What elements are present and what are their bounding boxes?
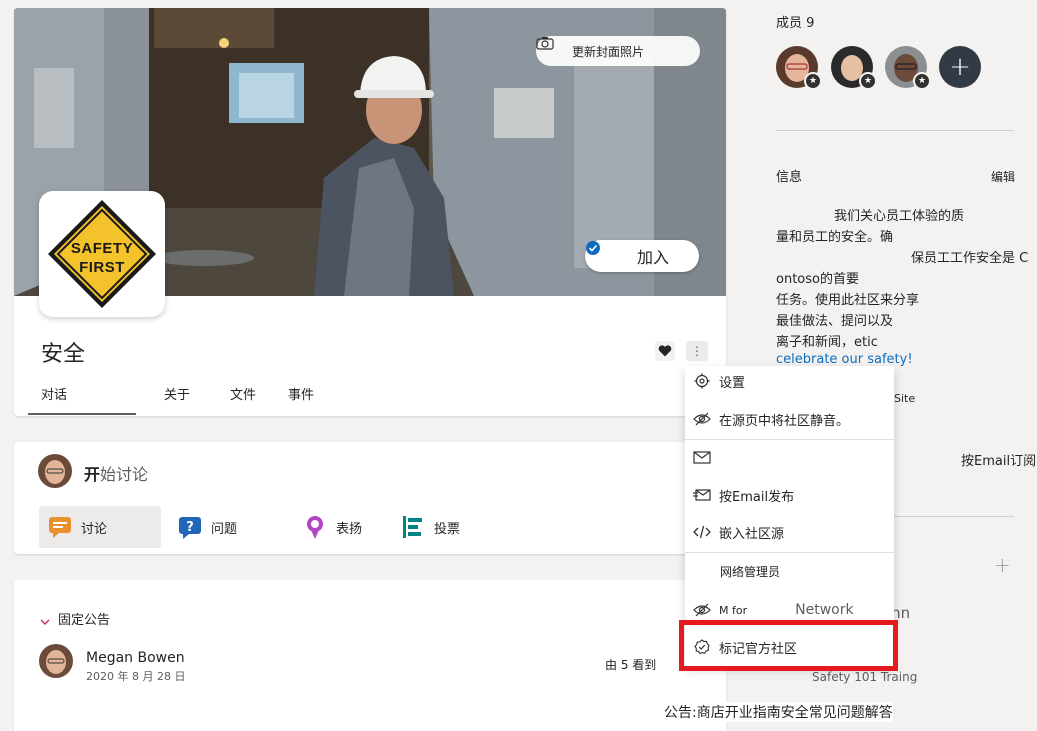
info-text-line: 量和员工的安全。确: [776, 230, 894, 245]
edit-info-link[interactable]: 编辑: [991, 168, 1015, 185]
start-discussion-prefix: 开: [84, 465, 101, 484]
post-type-label: 讨论: [81, 521, 108, 537]
announcement-banner[interactable]: 公告:商店开业指南安全常见问题解答: [664, 702, 893, 722]
post-type-discussion[interactable]: 讨论: [39, 506, 161, 548]
post-type-question[interactable]: ? 问题: [169, 506, 237, 548]
discussion-icon: [47, 514, 73, 540]
menu-item-label: 设置: [719, 375, 746, 391]
menu-item-label: M for: [719, 603, 748, 617]
menu-separator: [685, 552, 894, 553]
menu-item-embed-feed[interactable]: 嵌入社区源: [685, 517, 894, 547]
community-logo: SAFETY FIRST: [39, 191, 165, 317]
tab-about[interactable]: 关于: [164, 384, 190, 403]
post-date: 2020 年 8 月 28 日: [86, 670, 186, 683]
info-text-line: 任务。使用此社区来分享: [776, 293, 920, 308]
menu-item-email[interactable]: [685, 442, 894, 472]
divider: [776, 130, 1014, 131]
start-discussion-input[interactable]: 开始讨论: [84, 461, 148, 485]
avatar: [38, 454, 72, 488]
info-text-line: celebrate our safety!: [776, 352, 913, 367]
info-text-line: ontoso的首要: [776, 272, 859, 287]
svg-text:?: ?: [186, 520, 194, 535]
post-type-poll[interactable]: 投票: [392, 506, 460, 548]
menu-item-post-by-email[interactable]: 按Email发布: [685, 480, 894, 510]
more-icon: ⋮: [691, 344, 703, 358]
update-cover-label: 更新封面照片: [572, 44, 645, 59]
mail-icon: [693, 448, 711, 466]
menu-separator: [685, 439, 894, 440]
seen-by-count[interactable]: 由 5 看到: [605, 656, 656, 673]
community-header-card: 更新封面照片 加入 SAFETY FIRST 安全 ⋮ 对话 关于 文件 事件: [14, 8, 726, 416]
chevron-down-icon: [40, 615, 50, 625]
mute-eye-icon: [693, 601, 711, 619]
info-text-line: 我们关心员工体验的质: [834, 209, 965, 224]
praise-icon: [302, 514, 328, 540]
member-avatar[interactable]: ★: [831, 46, 877, 90]
logo-text-first: FIRST: [79, 259, 125, 276]
post-type-praise[interactable]: 表扬: [294, 506, 362, 548]
plus-icon[interactable]: +: [994, 553, 1011, 577]
info-heading: 信息: [776, 170, 803, 185]
post-type-label: 表扬: [336, 521, 363, 537]
author-avatar[interactable]: [39, 644, 73, 678]
poll-icon: [400, 514, 426, 540]
check-circle-icon: [586, 241, 631, 264]
start-discussion-text: 始讨论: [100, 465, 149, 484]
more-options-button[interactable]: ⋮: [686, 341, 708, 361]
info-text-line: 离子和新闻，etic: [776, 335, 878, 350]
embed-code-icon: [693, 523, 711, 541]
post-type-label: 投票: [434, 521, 461, 537]
community-title: 安全: [41, 342, 86, 367]
pinned-announcements-card: 固定公告 Megan Bowen 2020 年 8 月 28 日 由 5 看到: [14, 580, 726, 731]
gear-icon: [693, 372, 711, 390]
subscribe-by-email-link[interactable]: 按Email订阅: [961, 450, 1036, 469]
menu-item-mute-in-feed[interactable]: 在源页中将社区静音。: [685, 404, 894, 434]
join-label: 加入: [636, 248, 669, 267]
menu-item-settings[interactable]: 设置: [685, 366, 894, 396]
logo-text-safety: SAFETY: [70, 240, 134, 257]
email-post-icon: [693, 486, 711, 504]
menu-section-label: 网络管理员: [720, 564, 781, 579]
tab-conversations[interactable]: 对话: [41, 384, 67, 403]
favorite-button[interactable]: [655, 341, 675, 361]
tab-files[interactable]: 文件: [230, 384, 256, 403]
update-cover-photo-button[interactable]: 更新封面照片: [536, 36, 700, 66]
highlight-annotation: [679, 620, 898, 671]
info-text-line: 保员工工作安全是 C: [911, 251, 1029, 266]
plus-icon: +: [949, 52, 971, 82]
info-text-line: 最佳做法、提问以及: [776, 314, 894, 329]
star-icon: ★: [913, 72, 931, 90]
tab-events[interactable]: 事件: [288, 384, 314, 403]
member-avatar[interactable]: ★: [776, 46, 822, 90]
pinned-title: 固定公告: [58, 613, 111, 628]
heart-icon: [658, 342, 672, 361]
star-icon: ★: [859, 72, 877, 90]
site-link[interactable]: Site: [894, 392, 915, 405]
post-author[interactable]: Megan Bowen: [86, 650, 185, 666]
members-count: 成员 9: [776, 16, 815, 31]
star-icon: ★: [804, 72, 822, 90]
menu-item-label-network: Network: [795, 602, 854, 618]
menu-section-network-admin: 网络管理员: [685, 556, 894, 586]
pinned-announcements-toggle[interactable]: 固定公告: [40, 609, 110, 628]
menu-item-label: 按Email发布: [719, 489, 795, 505]
member-avatar[interactable]: ★: [885, 46, 931, 90]
menu-item-label: 在源页中将社区静音。: [719, 413, 850, 429]
post-type-label: 问题: [211, 521, 238, 537]
add-member-button[interactable]: +: [939, 46, 981, 88]
resource-link[interactable]: Safety 101 Traing: [812, 670, 917, 684]
composer-card: 开始讨论 讨论 ? 问题 表扬 投票: [14, 442, 726, 554]
mute-eye-icon: [693, 410, 711, 428]
menu-item-label: 嵌入社区源: [719, 526, 785, 542]
question-icon: ?: [177, 514, 203, 540]
active-tab-indicator: [28, 413, 136, 415]
join-button[interactable]: 加入: [585, 240, 699, 272]
camera-icon: [536, 37, 566, 58]
